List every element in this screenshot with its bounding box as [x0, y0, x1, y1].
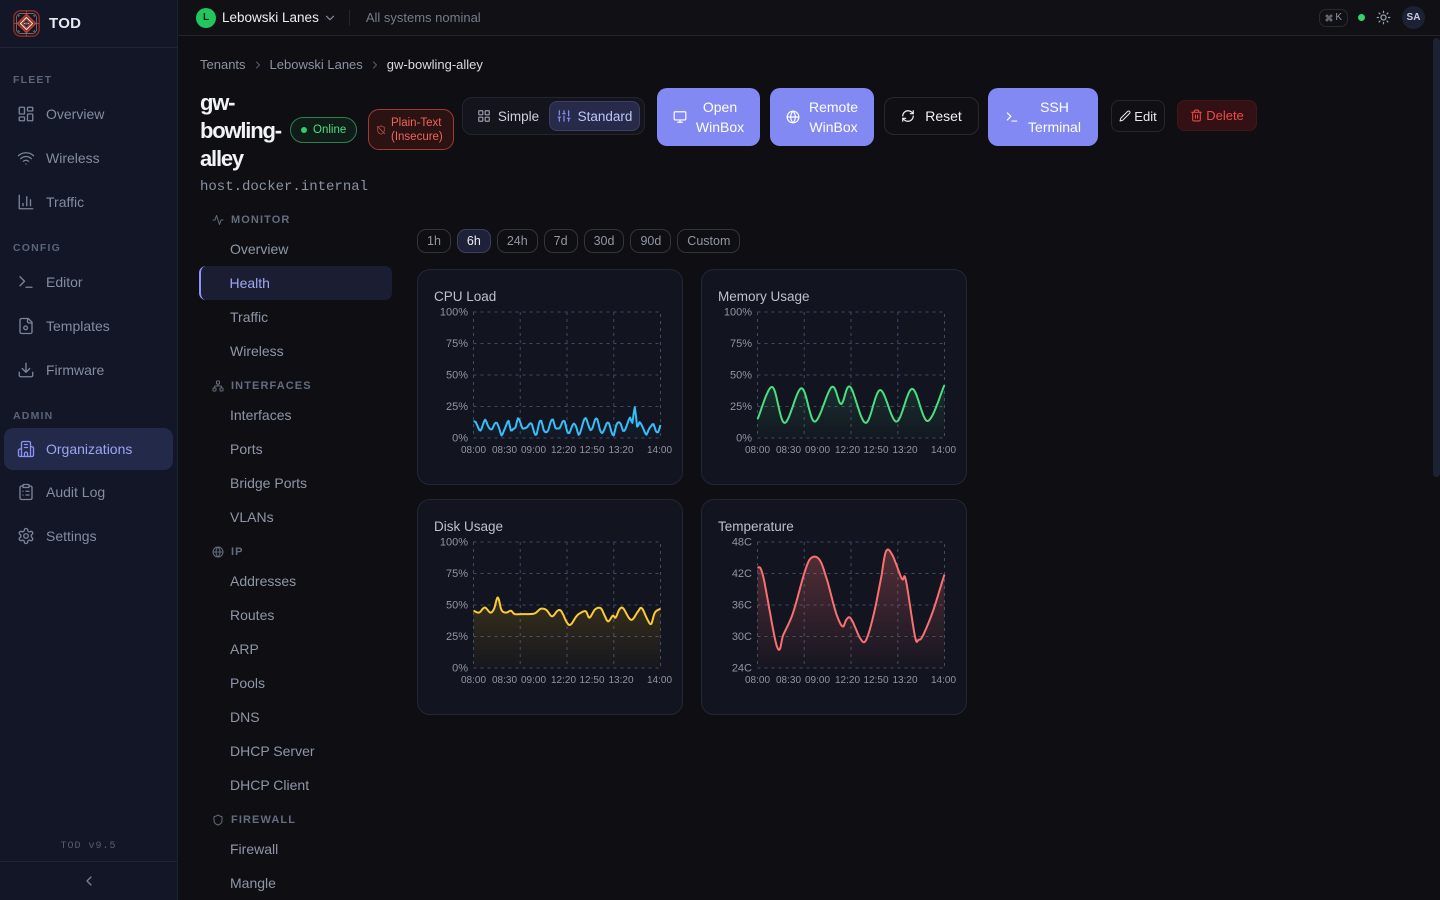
svg-text:75%: 75%	[446, 568, 468, 580]
svg-text:0%: 0%	[452, 433, 468, 445]
svg-text:09:00: 09:00	[805, 445, 830, 456]
svg-text:09:00: 09:00	[805, 675, 830, 686]
svg-text:13:20: 13:20	[892, 445, 917, 456]
svg-text:25%: 25%	[730, 401, 752, 413]
svg-text:12:50: 12:50	[579, 445, 604, 456]
svg-text:12:20: 12:20	[835, 675, 860, 686]
svg-text:48C: 48C	[732, 537, 752, 549]
svg-text:75%: 75%	[730, 338, 752, 350]
svg-text:13:20: 13:20	[892, 675, 917, 686]
svg-text:0%: 0%	[452, 663, 468, 675]
svg-text:100%: 100%	[724, 307, 752, 319]
svg-text:08:00: 08:00	[461, 675, 486, 686]
svg-text:08:30: 08:30	[492, 675, 517, 686]
svg-text:14:00: 14:00	[647, 675, 672, 686]
svg-text:08:00: 08:00	[461, 445, 486, 456]
svg-text:42C: 42C	[732, 568, 752, 580]
svg-text:08:00: 08:00	[745, 445, 770, 456]
svg-text:CPU Load: CPU Load	[434, 289, 496, 304]
svg-text:0%: 0%	[736, 433, 752, 445]
svg-text:25%: 25%	[446, 631, 468, 643]
svg-text:12:20: 12:20	[551, 675, 576, 686]
svg-text:25%: 25%	[446, 401, 468, 413]
svg-text:12:20: 12:20	[551, 445, 576, 456]
svg-text:12:50: 12:50	[579, 675, 604, 686]
svg-text:09:00: 09:00	[521, 445, 546, 456]
svg-text:50%: 50%	[730, 370, 752, 382]
svg-text:08:30: 08:30	[776, 445, 801, 456]
svg-text:36C: 36C	[732, 600, 752, 612]
svg-text:08:30: 08:30	[492, 445, 517, 456]
svg-text:24C: 24C	[732, 663, 752, 675]
svg-text:14:00: 14:00	[647, 445, 672, 456]
svg-text:30C: 30C	[732, 631, 752, 643]
svg-text:Disk Usage: Disk Usage	[434, 519, 503, 534]
svg-text:12:50: 12:50	[863, 445, 888, 456]
svg-text:100%: 100%	[440, 537, 468, 549]
svg-text:12:20: 12:20	[835, 445, 860, 456]
svg-text:Temperature: Temperature	[718, 519, 794, 534]
svg-text:50%: 50%	[446, 600, 468, 612]
svg-text:14:00: 14:00	[931, 675, 956, 686]
svg-text:14:00: 14:00	[931, 445, 956, 456]
svg-text:08:00: 08:00	[745, 675, 770, 686]
svg-text:Memory Usage: Memory Usage	[718, 289, 810, 304]
svg-text:75%: 75%	[446, 338, 468, 350]
svg-text:100%: 100%	[440, 307, 468, 319]
svg-text:50%: 50%	[446, 370, 468, 382]
svg-text:13:20: 13:20	[608, 445, 633, 456]
svg-text:13:20: 13:20	[608, 675, 633, 686]
svg-text:09:00: 09:00	[521, 675, 546, 686]
svg-text:08:30: 08:30	[776, 675, 801, 686]
svg-text:12:50: 12:50	[863, 675, 888, 686]
